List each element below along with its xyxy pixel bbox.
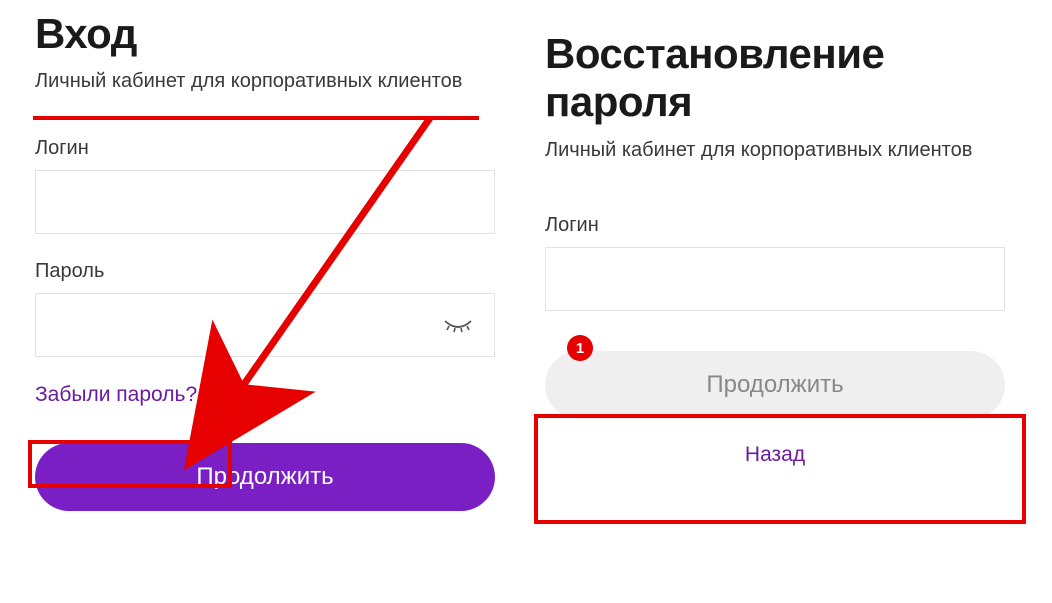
recover-login-label: Логин xyxy=(545,214,1005,237)
annotation-badge-1: 1 xyxy=(567,335,593,361)
recover-continue-button[interactable]: Продолжить xyxy=(545,351,1005,419)
eye-closed-icon[interactable] xyxy=(443,315,473,335)
login-subtitle: Личный кабинет для корпоративных клиенто… xyxy=(35,70,495,93)
recover-title: Восстановление пароля xyxy=(545,30,1005,127)
login-panel: Вход Личный кабинет для корпоративных кл… xyxy=(35,10,495,511)
recover-login-input[interactable] xyxy=(545,247,1005,311)
recover-panel: Восстановление пароля Личный кабинет для… xyxy=(545,30,1005,467)
password-field-label: Пароль xyxy=(35,260,495,283)
login-continue-button[interactable]: Продолжить xyxy=(35,443,495,511)
login-field-label: Логин xyxy=(35,137,495,160)
login-title: Вход xyxy=(35,10,495,58)
recover-login-wrap xyxy=(545,247,1005,311)
recover-subtitle: Личный кабинет для корпоративных клиенто… xyxy=(545,139,1005,162)
recover-back-link[interactable]: Назад xyxy=(545,443,1005,467)
password-input[interactable] xyxy=(35,293,495,357)
login-input[interactable] xyxy=(35,170,495,234)
forgot-password-link[interactable]: Забыли пароль? xyxy=(35,383,197,407)
password-field-wrap xyxy=(35,293,495,357)
login-field-wrap xyxy=(35,170,495,234)
